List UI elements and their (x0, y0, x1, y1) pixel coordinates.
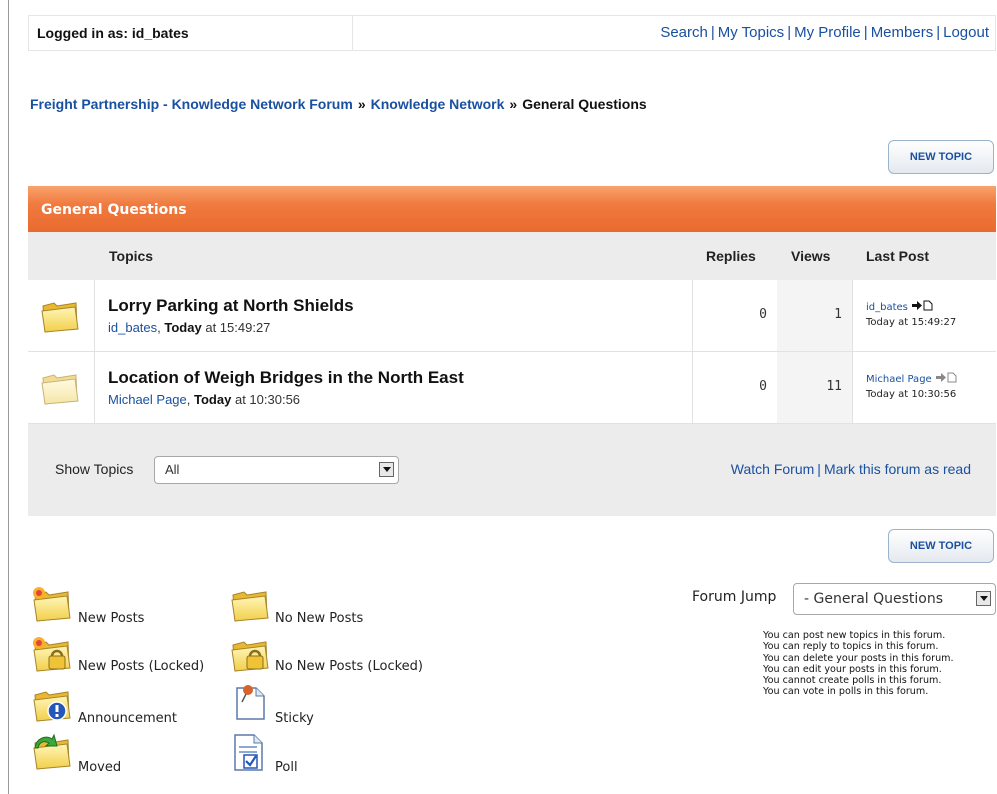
forum-options-bar: Show Topics All Watch Forum | Mark this fo… (28, 424, 996, 516)
replies-cell: 0 (692, 280, 778, 351)
topic-title-link[interactable]: Location of Weigh Bridges in the North E… (108, 368, 464, 388)
new-topic-button-top[interactable]: NEW TOPIC (888, 140, 994, 174)
breadcrumb-forum-home[interactable]: Freight Partnership - Knowledge Network … (30, 96, 353, 112)
replies-count: 0 (759, 307, 767, 322)
replies-cell: 0 (692, 352, 778, 423)
forum-jump-select[interactable]: - General Questions (793, 583, 996, 615)
new-posts-folder-icon (40, 298, 80, 334)
forum-title: General Questions (28, 186, 996, 232)
sticky-note-pin-icon (236, 685, 265, 720)
separator: | (863, 24, 868, 41)
last-post-user-link[interactable]: Michael Page (866, 374, 932, 385)
last-post-cell: Michael Page Today at 10:30:56 (852, 352, 996, 423)
permission-line: You can reply to topics in this forum. (763, 641, 939, 653)
legend-sticky: Sticky (275, 711, 314, 726)
topic-row: Lorry Parking at North Shields id_bates,… (28, 280, 996, 352)
forum-permissions: You can post new topics in this forum. Y… (763, 630, 995, 698)
permission-line: You can delete your posts in this forum. (763, 652, 954, 664)
topic-title-link[interactable]: Lorry Parking at North Shields (108, 296, 354, 316)
legend-new-posts-locked: New Posts (Locked) (78, 659, 205, 674)
legend-poll: Poll (275, 760, 298, 775)
show-topics-select[interactable]: All (154, 456, 399, 484)
topic-author-link[interactable]: Michael Page (108, 392, 187, 407)
members-link[interactable]: Members (871, 24, 934, 41)
topic-meta: id_bates, Today at 15:49:27 (108, 320, 271, 335)
topic-row: Location of Weigh Bridges in the North E… (28, 352, 996, 424)
poll-document-icon (234, 734, 263, 771)
chevron-down-icon (976, 591, 991, 606)
search-link[interactable]: Search (660, 24, 708, 41)
show-topics-value: All (165, 462, 180, 477)
watch-forum-link[interactable]: Watch Forum (731, 461, 815, 477)
legend-moved: Moved (78, 760, 122, 775)
last-post-user: id_bates (866, 300, 933, 313)
topic-status-cell (28, 352, 95, 423)
views-count: 11 (826, 379, 842, 394)
logout-link[interactable]: Logout (943, 24, 989, 41)
no-new-posts-locked-folder-icon (231, 641, 269, 672)
last-post-time: Today at 10:30:56 (866, 389, 957, 400)
legend-no-new-posts-locked: No New Posts (Locked) (275, 659, 423, 674)
topic-day: Today (164, 320, 202, 335)
new-topic-button-bottom[interactable]: NEW TOPIC (888, 529, 994, 563)
my-topics-link[interactable]: My Topics (718, 24, 784, 41)
views-cell: 1 (777, 280, 853, 351)
breadcrumb-separator: » (509, 96, 518, 112)
last-post-user-link[interactable]: id_bates (866, 302, 908, 313)
breadcrumb-current: General Questions (522, 96, 647, 112)
mark-read-link[interactable]: Mark this forum as read (824, 461, 971, 477)
topics-column-header: Topics Replies Views Last Post (28, 232, 996, 280)
topic-time: at 15:49:27 (205, 320, 271, 335)
permission-line: You can post new topics in this forum. (763, 630, 946, 641)
user-bar: Logged in as: id_bates Search | My Topics |… (28, 15, 996, 51)
replies-count: 0 (759, 379, 767, 394)
forum-jump-label: Forum Jump (692, 589, 777, 605)
separator: | (936, 24, 941, 41)
go-to-last-post-icon[interactable] (935, 372, 957, 383)
last-post-time: Today at 15:49:27 (866, 317, 957, 328)
topic-time: at 10:30:56 (234, 392, 301, 407)
topic-author-link[interactable]: id_bates (108, 320, 157, 335)
permission-line: You cannot create polls in this forum. (763, 675, 942, 687)
forum-jump-value: - General Questions (804, 591, 944, 607)
my-profile-link[interactable]: My Profile (794, 24, 861, 41)
new-posts-folder-icon (33, 587, 71, 622)
logged-in-label: Logged in as: id_bates (29, 16, 353, 50)
breadcrumb-knowledge-network[interactable]: Knowledge Network (371, 96, 505, 112)
last-post-user: Michael Page (866, 372, 957, 385)
no-new-posts-folder-icon (231, 591, 269, 622)
col-last-post: Last Post (866, 248, 930, 264)
col-replies: Replies (706, 248, 756, 264)
legend-no-new-posts: No New Posts (275, 611, 364, 626)
last-post-cell: id_bates Today at 15:49:27 (852, 280, 996, 351)
topic-meta: Michael Page, Today at 10:30:56 (108, 392, 301, 407)
permission-line: You can edit your posts in this forum. (763, 663, 942, 675)
page-left-border (8, 0, 9, 794)
topic-day: Today (194, 392, 232, 407)
user-links: Search | My Topics | My Profile | Members | Logo… (660, 16, 989, 50)
show-topics-label: Show Topics (55, 461, 134, 477)
new-posts-locked-folder-icon (33, 637, 71, 672)
topic-status-cell (28, 280, 95, 351)
moved-folder-icon (33, 733, 71, 770)
announcement-folder-icon (33, 691, 71, 722)
breadcrumb-separator: » (357, 96, 366, 112)
col-topics: Topics (109, 248, 154, 264)
col-views: Views (791, 248, 831, 264)
legend-announcement: Announcement (78, 711, 177, 726)
no-new-posts-folder-icon (40, 370, 80, 406)
separator: | (787, 24, 792, 41)
topic-cell: Lorry Parking at North Shields id_bates,… (94, 280, 693, 351)
chevron-down-icon (379, 462, 394, 477)
forum-action-links: Watch Forum | Mark this forum as read (731, 461, 971, 477)
separator: | (710, 24, 715, 41)
go-to-last-post-icon[interactable] (911, 300, 933, 311)
permission-line: You can vote in polls in this forum. (763, 686, 929, 698)
legend-new-posts: New Posts (78, 611, 145, 626)
breadcrumb: Freight Partnership - Knowledge Network … (30, 96, 647, 112)
topic-cell: Location of Weigh Bridges in the North E… (94, 352, 693, 423)
separator: | (817, 461, 821, 477)
views-cell: 11 (777, 352, 853, 423)
views-count: 1 (834, 307, 842, 322)
